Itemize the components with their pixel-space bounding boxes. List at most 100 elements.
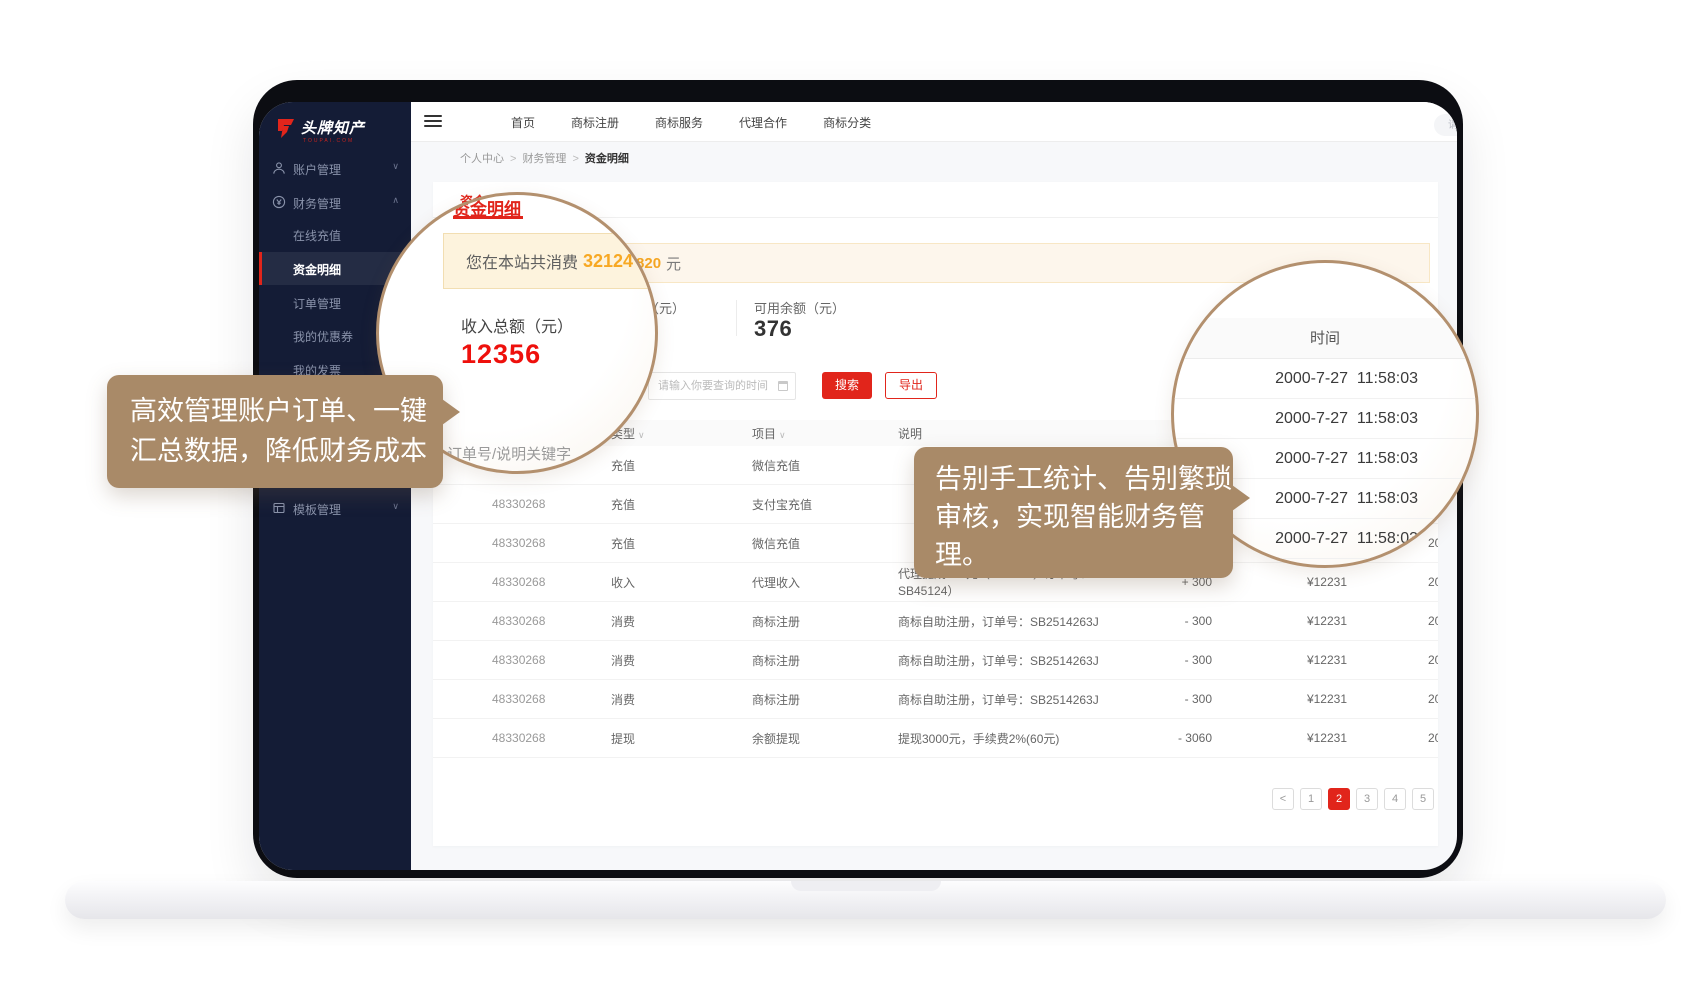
time-query-input[interactable] [648, 372, 796, 400]
cell-time: 2000-7-27 11:58:03 [1347, 653, 1438, 667]
page-button-3[interactable]: 3 [1356, 788, 1378, 810]
nav-item-trademark-service[interactable]: 商标服务 [655, 114, 703, 131]
nav-item-trademark-category[interactable]: 商标分类 [823, 114, 871, 131]
cell-order-no: 48330268 [492, 497, 611, 511]
table-row: 48330268 消费 商标注册 商标自助注册，订单号：SB2514263J -… [433, 641, 1438, 680]
page-button-4[interactable]: 4 [1384, 788, 1406, 810]
cell-desc: 商标自助注册，订单号：SB2514263J [898, 691, 1145, 708]
cell-project: 商标注册 [752, 652, 898, 669]
cell-type: 消费 [611, 613, 752, 630]
breadcrumb: 个人中心>财务管理>资金明细 [411, 143, 1457, 175]
magnified-income-label: 收入总额（元） [461, 313, 573, 337]
page-button-1[interactable]: 1 [1300, 788, 1322, 810]
sort-chevron-icon: ∨ [638, 430, 645, 440]
cell-project: 余额提现 [752, 730, 898, 747]
cell-type: 提现 [611, 730, 752, 747]
cell-order-no: 48330268 [492, 653, 611, 667]
brand-name: 头牌知产 [301, 117, 365, 138]
cell-desc: 商标自助注册，订单号：SB2514263J [898, 613, 1145, 630]
cell-type: 充值 [611, 496, 752, 513]
cell-desc: 提现3000元，手续费2%(60元) [898, 730, 1145, 747]
sidebar-item-template[interactable]: 模板管理 ∨ [259, 492, 411, 525]
cell-balance: ¥12231 [1212, 653, 1347, 667]
cell-project: 支付宝充值 [752, 496, 898, 513]
pagination: < 1 2 3 4 5 [1272, 788, 1438, 810]
callout-arrow-icon [442, 399, 460, 425]
search-input[interactable] [1434, 114, 1457, 136]
table-row: 48330268 提现 余额提现 提现3000元，手续费2%(60元) - 30… [433, 719, 1438, 758]
callout-arrow-icon [1232, 485, 1250, 511]
cell-order-no: 48330268 [492, 575, 611, 589]
cell-balance: ¥12231 [1212, 731, 1347, 745]
magnified-time-row: 2000-7-27 11:58:03 [1174, 359, 1476, 399]
cell-project: 商标注册 [752, 613, 898, 630]
sidebar-item-finance[interactable]: 财务管理 ∧ [259, 186, 411, 219]
cell-type: 消费 [611, 691, 752, 708]
cell-project: 微信充值 [752, 535, 898, 552]
cell-time: 2000-7-27 11:58:03 [1347, 614, 1438, 628]
logo: 头牌知产 TOUPAI.COM [271, 114, 403, 154]
brand-icon [273, 116, 297, 140]
chevron-down-icon: ∨ [392, 501, 399, 512]
template-icon [272, 501, 286, 515]
breadcrumb-current: 资金明细 [585, 153, 629, 165]
magnified-table-header: 订单号/说明关键字 [447, 443, 571, 464]
sort-chevron-icon: ∨ [779, 430, 786, 440]
callout-left: 高效管理账户订单、一键 汇总数据，降低财务成本 [107, 375, 443, 488]
header-type[interactable]: 类型∨ [611, 425, 752, 442]
cell-project: 代理收入 [752, 574, 898, 591]
cell-amount: - 3060 [1145, 731, 1212, 745]
cell-time: 2000-7-27 11:58:03 [1347, 692, 1438, 706]
nav-item-home[interactable]: 首页 [511, 114, 535, 131]
available-balance-value: 376 [754, 316, 792, 342]
cell-order-no: 48330268 [492, 731, 611, 745]
header-project[interactable]: 项目∨ [752, 425, 898, 442]
available-balance-label: 可用余额（元） [754, 298, 845, 317]
chevron-down-icon: ∨ [392, 161, 399, 172]
nav-item-trademark-register[interactable]: 商标注册 [571, 114, 619, 131]
header-description: 说明 [898, 425, 1145, 442]
table-row: 48330268 消费 商标注册 商标自助注册，订单号：SB2514263J -… [433, 602, 1438, 641]
breadcrumb-personal-center[interactable]: 个人中心 [460, 153, 504, 165]
cell-amount: - 300 [1145, 614, 1212, 628]
hamburger-menu-icon[interactable] [424, 115, 442, 129]
cell-project: 商标注册 [752, 691, 898, 708]
stats-divider [736, 300, 737, 336]
magnified-income-value: 12356 [461, 339, 541, 370]
page-button-5[interactable]: 5 [1412, 788, 1434, 810]
brand-caption: TOUPAI.COM [303, 138, 354, 144]
nav-item-agent-cooperation[interactable]: 代理合作 [739, 114, 787, 131]
cell-project: 微信充值 [752, 457, 898, 474]
cell-balance: ¥12231 [1212, 692, 1347, 706]
cell-amount: - 300 [1145, 653, 1212, 667]
cell-balance: ¥12231 [1212, 614, 1347, 628]
search-button[interactable]: 搜索 [822, 372, 872, 399]
sidebar-item-online-recharge[interactable]: 在线充值 [259, 218, 411, 251]
magnified-time-row: 2000-7-27 11:58:03 [1174, 399, 1476, 439]
cell-balance: ¥12231 [1212, 575, 1347, 589]
chevron-up-icon: ∧ [392, 195, 399, 206]
magnified-tab-underline [453, 216, 523, 219]
magnified-time-header: 时间 [1174, 318, 1476, 359]
cell-type: 充值 [611, 535, 752, 552]
stage: 头牌知产 TOUPAI.COM 账户管理 ∨ 财务管理 ∧ [0, 0, 1696, 1002]
cell-time: 2000-7-27 11:58:03 [1347, 575, 1438, 589]
cell-type: 充值 [611, 457, 752, 474]
user-icon [272, 161, 286, 175]
prev-page-button[interactable]: < [1272, 788, 1294, 810]
cell-type: 收入 [611, 574, 752, 591]
nav-items: 首页 商标注册 商标服务 代理合作 商标分类 [511, 102, 871, 142]
breadcrumb-finance[interactable]: 财务管理 [522, 153, 566, 165]
cell-amount: - 300 [1145, 692, 1212, 706]
export-button[interactable]: 导出 [885, 372, 937, 399]
finance-icon [272, 195, 286, 209]
laptop-hinge-notch [791, 881, 941, 891]
page-button-2-active[interactable]: 2 [1328, 788, 1350, 810]
cell-type: 消费 [611, 652, 752, 669]
cell-time: 2000-7-27 11:58:03 [1347, 731, 1438, 745]
magnified-banner: 您在本站共消费 32124 元 [443, 233, 658, 289]
callout-right: 告别手工统计、告别繁琐 审核，实现智能财务管 理。 [914, 447, 1233, 578]
calendar-icon[interactable] [778, 381, 788, 391]
laptop-base [65, 881, 1666, 919]
sidebar-item-account[interactable]: 账户管理 ∨ [259, 152, 411, 185]
